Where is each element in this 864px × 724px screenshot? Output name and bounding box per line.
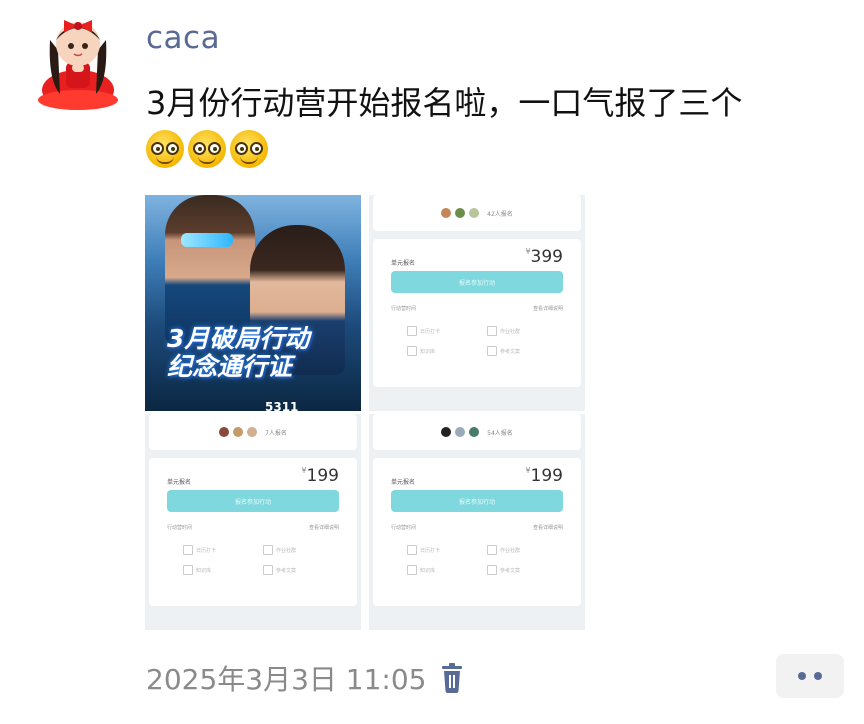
grin-emoji <box>146 130 184 168</box>
join-button: 报名参加行动 <box>167 490 339 512</box>
grin-emoji <box>188 130 226 168</box>
username[interactable]: caca <box>146 20 220 56</box>
card-body: 单元报名 ¥399 报名参加行动 行动营时间 查看详细说明 日历打卡 作业社群 知识… <box>373 239 581 387</box>
image-grid: 3月破局行动 纪念通行证 5311 42人报名 单元报名 ¥399 报名参加行动… <box>145 195 585 630</box>
post-text: 3月份行动营开始报名啦，一口气报了三个 <box>146 80 846 168</box>
grin-emoji <box>230 130 268 168</box>
image-card[interactable]: 7人报名 单元报名 ¥199 报名参加行动 行动营时间 查看详细说明 日历打卡 作业… <box>145 414 361 630</box>
avatar-image <box>38 20 118 110</box>
image-card[interactable]: 42人报名 单元报名 ¥399 报名参加行动 行动营时间 查看详细说明 日历打卡作… <box>369 195 585 411</box>
timestamp: 2025年3月3日 11:05 <box>146 663 427 696</box>
image-poster[interactable]: 3月破局行动 纪念通行证 5311 <box>145 195 361 411</box>
poster-code: 5311 <box>265 400 299 411</box>
avatar[interactable] <box>34 10 122 110</box>
image-card[interactable]: 54人报名 单元报名 ¥199 报名参加行动 行动营时间 查看详细说明 日历打卡作… <box>369 414 585 630</box>
card-body: 单元报名 ¥199 报名参加行动 行动营时间 查看详细说明 日历打卡 作业社群 知识… <box>149 458 357 606</box>
poster-title: 3月破局行动 纪念通行证 <box>167 324 310 381</box>
card-header: 7人报名 <box>149 414 357 450</box>
post-meta: 2025年3月3日 11:05 <box>146 658 464 698</box>
more-actions-button[interactable] <box>776 654 844 698</box>
join-button: 报名参加行动 <box>391 490 563 512</box>
dot-icon <box>798 672 806 680</box>
dot-icon <box>814 672 822 680</box>
join-button: 报名参加行动 <box>391 271 563 293</box>
card-header: 42人报名 <box>373 195 581 231</box>
trash-icon[interactable] <box>440 663 464 693</box>
card-header: 54人报名 <box>373 414 581 450</box>
post-text-line: 3月份行动营开始报名啦，一口气报了三个 <box>146 84 743 122</box>
card-body: 单元报名 ¥199 报名参加行动 行动营时间 查看详细说明 日历打卡 作业社群 知识… <box>373 458 581 606</box>
emoji-row <box>146 130 846 168</box>
